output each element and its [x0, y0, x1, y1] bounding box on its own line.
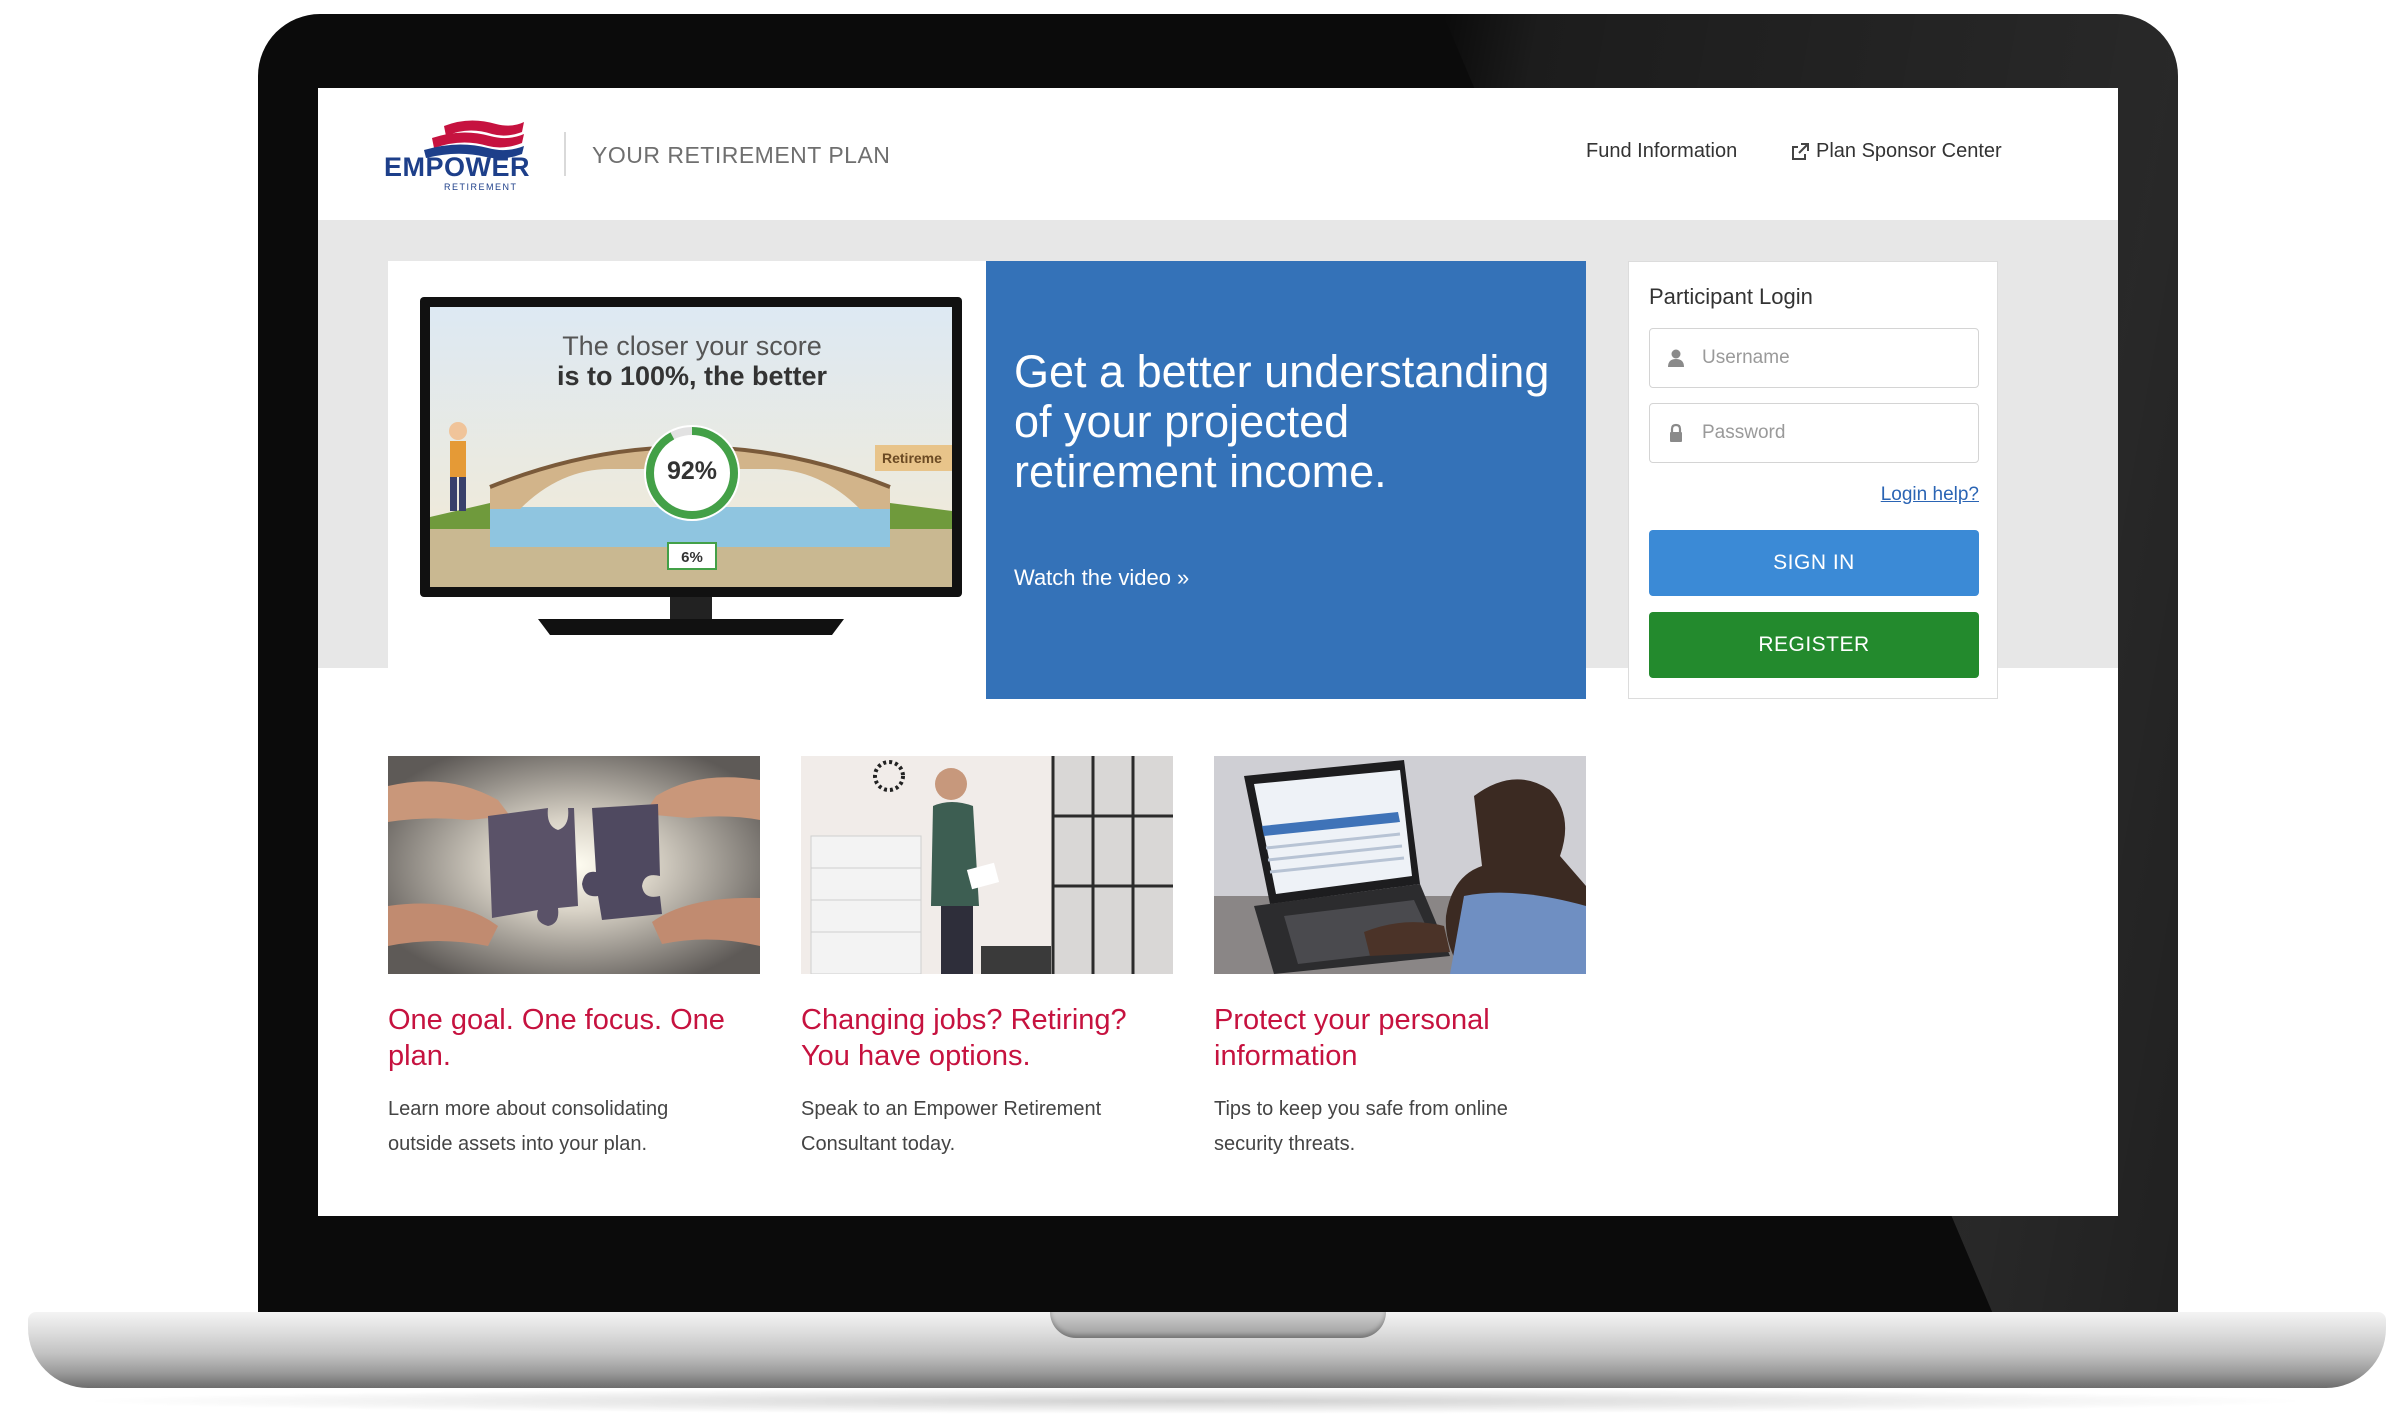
office-man-icon — [801, 756, 1173, 974]
tv-illustration: 92% 6% Retireme The closer your score is… — [420, 297, 962, 635]
nav-plan-sponsor-center[interactable]: Plan Sponsor Center — [1790, 140, 2002, 163]
logo-subtext: RETIREMENT — [444, 182, 518, 192]
card-title[interactable]: One goal. One focus. One plan. — [388, 1002, 760, 1074]
card-image-office[interactable] — [801, 756, 1173, 974]
card-changing-jobs[interactable]: Changing jobs? Retiring? You have option… — [801, 756, 1173, 1162]
header-divider — [564, 132, 566, 176]
laptop-notch — [1050, 1312, 1386, 1338]
retirement-sign: Retireme — [882, 450, 942, 466]
savings-value: 6% — [681, 549, 703, 566]
laptop-shadow — [70, 1388, 2320, 1414]
user-icon — [1668, 349, 1684, 367]
register-button[interactable]: REGISTER — [1649, 612, 1979, 678]
card-text: Speak to an Empower Retirement Consultan… — [801, 1098, 1102, 1155]
card-protect-info[interactable]: Protect your personal information Tips t… — [1214, 756, 1586, 1162]
video-line-2: is to 100%, the better — [557, 361, 828, 391]
logo-text[interactable]: EMPOWER — [384, 152, 530, 183]
password-field[interactable] — [1649, 403, 1979, 463]
score-value: 92% — [667, 457, 717, 485]
nav-fund-information[interactable]: Fund Information — [1586, 140, 1737, 163]
card-consolidate[interactable]: One goal. One focus. One plan. Learn mor… — [388, 756, 760, 1162]
card-text: Learn more about consolidating outside a… — [388, 1098, 669, 1155]
site-header: EMPOWER RETIREMENT YOUR RETIREMENT PLAN … — [318, 88, 2118, 220]
plan-sponsor-label: Plan Sponsor Center — [1816, 140, 2002, 162]
login-title: Participant Login — [1649, 284, 1813, 309]
username-field[interactable] — [1649, 328, 1979, 388]
card-image-puzzle[interactable] — [388, 756, 760, 974]
password-input[interactable] — [1700, 421, 1964, 445]
lock-icon — [1670, 423, 1682, 442]
username-input[interactable] — [1700, 346, 1964, 370]
hero-banner: Get a better understanding of your proje… — [986, 261, 1586, 699]
watch-video-link[interactable]: Watch the video » — [1014, 565, 1189, 591]
login-help-link[interactable]: Login help? — [1881, 484, 1979, 506]
browser-screen: EMPOWER RETIREMENT YOUR RETIREMENT PLAN … — [318, 88, 2118, 1216]
external-link-icon — [1792, 142, 1809, 160]
card-title[interactable]: Protect your personal information — [1214, 1002, 1586, 1074]
card-title[interactable]: Changing jobs? Retiring? You have option… — [801, 1002, 1173, 1074]
card-image-laptop[interactable] — [1214, 756, 1586, 974]
card-text: Tips to keep you safe from online securi… — [1214, 1098, 1508, 1155]
video-line-1: The closer your score — [562, 331, 822, 361]
laptop-user-icon — [1214, 756, 1586, 974]
participant-login-panel: Participant Login Login help? SIGN IN RE… — [1628, 261, 1998, 699]
puzzle-pieces-icon — [388, 756, 760, 974]
hero-title: Get a better understanding of your proje… — [1014, 346, 1550, 497]
hero-video-thumbnail[interactable]: 92% 6% Retireme The closer your score is… — [388, 261, 986, 699]
sign-in-button[interactable]: SIGN IN — [1649, 530, 1979, 596]
plan-title: YOUR RETIREMENT PLAN — [592, 142, 891, 168]
